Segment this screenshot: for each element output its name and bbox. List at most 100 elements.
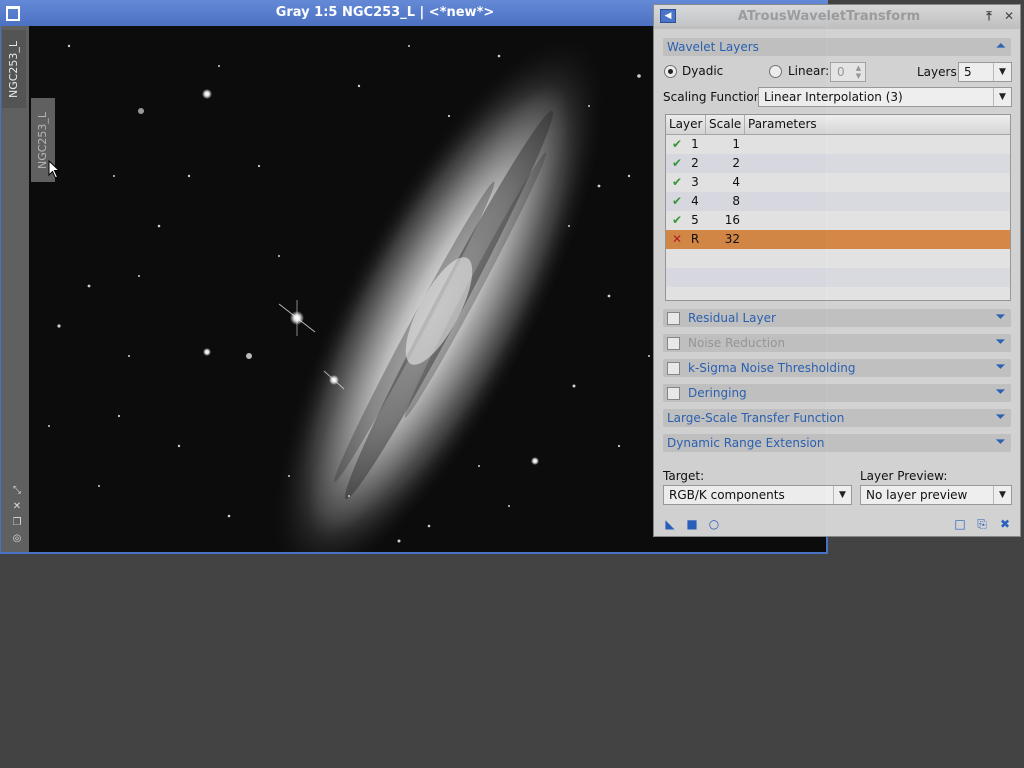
section-wavelet-layers[interactable]: Wavelet Layers ⏶ xyxy=(663,38,1011,56)
cell-scale: 2 xyxy=(732,156,740,170)
chevron-down-icon[interactable]: ▼ xyxy=(993,63,1011,81)
cell-scale: 32 xyxy=(724,232,740,246)
expand-icon[interactable]: ⏷ xyxy=(996,435,1005,449)
table-row[interactable]: ✔ 3 4 xyxy=(666,173,1010,192)
cell-layer: 5 xyxy=(691,213,699,227)
reset-icon[interactable]: ✖ xyxy=(999,518,1011,530)
target-value: RGB/K components xyxy=(669,488,785,502)
table-row[interactable]: ✔ 1 1 xyxy=(666,135,1010,154)
linear-radio[interactable] xyxy=(769,65,782,78)
scaling-function-select[interactable]: Linear Interpolation (3) ▼ xyxy=(758,87,1012,107)
cell-parameters xyxy=(746,173,1010,192)
section-label: Noise Reduction xyxy=(688,336,786,350)
section-enable-checkbox[interactable] xyxy=(667,387,680,400)
column-header-layer[interactable]: Layer xyxy=(666,115,706,134)
layers-value: 5 xyxy=(964,65,972,79)
table-row[interactable]: ✕ R 32 xyxy=(666,230,1010,249)
section-noise-reduction[interactable]: Noise Reduction ⏷ xyxy=(663,334,1011,352)
linear-label: Linear: xyxy=(788,64,830,78)
scaling-function-label: Scaling Function: xyxy=(663,90,766,104)
section-large-scale-transfer-function[interactable]: Large-Scale Transfer Function ⏷ xyxy=(663,409,1011,427)
panel-title: ATrousWaveletTransform xyxy=(737,9,921,24)
restore-icon[interactable]: ❐ xyxy=(10,516,24,530)
cell-scale: 4 xyxy=(732,175,740,189)
table-row[interactable]: ✔ 4 8 xyxy=(666,192,1010,211)
scaling-function-value: Linear Interpolation (3) xyxy=(764,90,903,104)
enabled-check-icon[interactable]: ✔ xyxy=(671,192,683,211)
layer-preview-value: No layer preview xyxy=(866,488,968,502)
cell-layer: 3 xyxy=(691,175,699,189)
layers-select[interactable]: 5 ▼ xyxy=(958,62,1012,82)
cell-layer: 1 xyxy=(691,137,699,151)
apply-icon[interactable]: ■ xyxy=(686,518,698,530)
track-view-icon[interactable]: ⎘ xyxy=(976,518,988,530)
section-enable-checkbox[interactable] xyxy=(667,337,680,350)
layer-preview-label: Layer Preview: xyxy=(860,469,948,483)
column-header-parameters[interactable]: Parameters xyxy=(745,115,1010,134)
new-instance-icon[interactable]: ◣ xyxy=(664,518,676,530)
linear-spinbox[interactable]: 0 ▲ ▼ xyxy=(830,62,866,82)
enabled-check-icon[interactable]: ✔ xyxy=(671,154,683,173)
expand-icon[interactable]: ⏷ xyxy=(996,360,1005,374)
atrous-wavelet-panel: ◀ ATrousWaveletTransform ⤒ ✕ Wavelet Lay… xyxy=(653,4,1021,537)
section-k-sigma-noise-thresholding[interactable]: k-Sigma Noise Thresholding ⏷ xyxy=(663,359,1011,377)
chevron-down-icon[interactable]: ▼ xyxy=(833,486,851,504)
dyadic-radio[interactable] xyxy=(664,65,677,78)
crosshair-icon[interactable]: ✕ xyxy=(10,500,24,514)
section-label: Deringing xyxy=(688,386,747,400)
enabled-check-icon[interactable]: ✔ xyxy=(671,173,683,192)
section-label: k-Sigma Noise Thresholding xyxy=(688,361,856,375)
shade-icon[interactable]: ⤒ xyxy=(982,9,996,23)
cell-parameters xyxy=(746,154,1010,173)
cell-layer: 2 xyxy=(691,156,699,170)
view-tab[interactable]: NGC253_L xyxy=(2,30,26,108)
target-select[interactable]: RGB/K components ▼ xyxy=(663,485,852,505)
close-icon[interactable]: ✕ xyxy=(1002,9,1016,23)
dyadic-label: Dyadic xyxy=(682,64,724,78)
linear-value: 0 xyxy=(837,65,845,79)
table-header: Layer Scale Parameters xyxy=(666,115,1010,135)
expand-icon[interactable]: ⏷ xyxy=(996,385,1005,399)
layer-preview-select[interactable]: No layer preview ▼ xyxy=(860,485,1012,505)
layers-table[interactable]: Layer Scale Parameters ✔ 1 1 ✔ 2 2 ✔ 3 4 ✔ 4 8 ✔ 5 16 ✕… xyxy=(665,114,1011,301)
spin-down-icon[interactable]: ▼ xyxy=(853,72,864,80)
section-label: Large-Scale Transfer Function xyxy=(667,411,845,425)
section-enable-checkbox[interactable] xyxy=(667,312,680,325)
cell-parameters xyxy=(746,230,1010,249)
section-residual-layer[interactable]: Residual Layer ⏷ xyxy=(663,309,1011,327)
target-label: Target: xyxy=(663,469,705,483)
enabled-check-icon[interactable]: ✔ xyxy=(671,135,683,154)
cell-layer: R xyxy=(690,232,700,246)
mouse-cursor-icon xyxy=(48,160,61,179)
expand-icon[interactable]: ⏷ xyxy=(996,335,1005,349)
section-deringing[interactable]: Deringing ⏷ xyxy=(663,384,1011,402)
expand-icon[interactable]: ⏷ xyxy=(996,310,1005,324)
disabled-x-icon[interactable]: ✕ xyxy=(671,230,683,249)
cell-scale: 1 xyxy=(732,137,740,151)
section-label: Residual Layer xyxy=(688,311,776,325)
enabled-check-icon[interactable]: ✔ xyxy=(671,211,683,230)
table-row[interactable]: ✔ 5 16 xyxy=(666,211,1010,230)
table-row[interactable]: ✔ 2 2 xyxy=(666,154,1010,173)
apply-global-icon[interactable]: ○ xyxy=(708,518,720,530)
table-row-empty xyxy=(666,249,1010,268)
section-enable-checkbox[interactable] xyxy=(667,362,680,375)
section-label: Dynamic Range Extension xyxy=(667,436,825,450)
chevron-down-icon[interactable]: ▼ xyxy=(993,88,1011,106)
column-header-scale[interactable]: Scale xyxy=(706,115,745,134)
chevron-down-icon[interactable]: ▼ xyxy=(993,486,1011,504)
expand-icon[interactable]: ⏷ xyxy=(996,410,1005,424)
cell-scale: 16 xyxy=(724,213,740,227)
cell-scale: 8 xyxy=(732,194,740,208)
browse-documentation-icon[interactable]: □ xyxy=(954,518,966,530)
section-dynamic-range-extension[interactable]: Dynamic Range Extension ⏷ xyxy=(663,434,1011,452)
spin-up-icon[interactable]: ▲ xyxy=(853,64,864,72)
target-icon[interactable]: ◎ xyxy=(10,532,24,546)
panel-titlebar[interactable]: ◀ ATrousWaveletTransform ⤒ ✕ xyxy=(654,5,1020,29)
zoom-fit-icon[interactable]: ⤡ xyxy=(10,484,24,498)
cell-parameters xyxy=(746,211,1010,230)
section-label: Wavelet Layers xyxy=(667,40,759,54)
cell-layer: 4 xyxy=(691,194,699,208)
collapse-icon[interactable]: ⏶ xyxy=(996,39,1005,53)
cell-parameters xyxy=(746,135,1010,154)
